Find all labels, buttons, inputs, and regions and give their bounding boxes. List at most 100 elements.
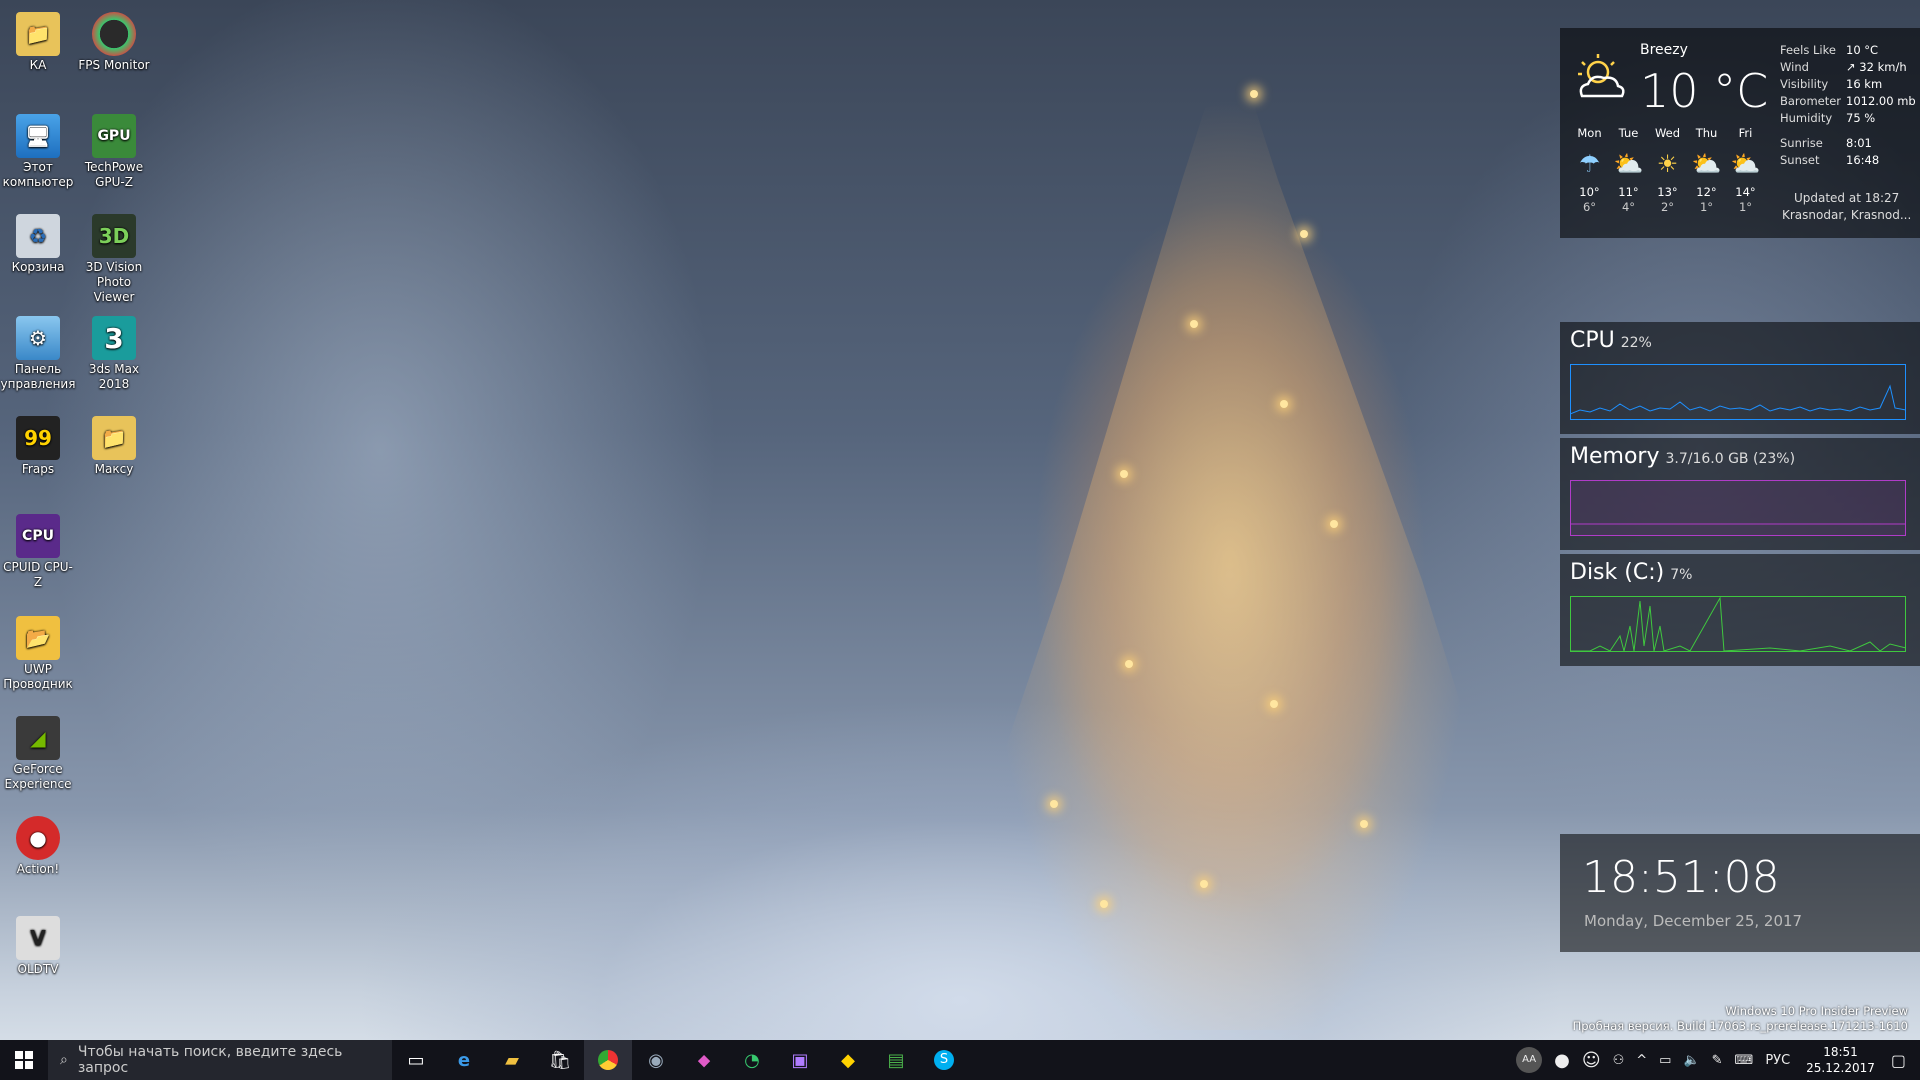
geforce-icon: ◢: [16, 716, 60, 760]
desktop-icon-recycle-bin[interactable]: ♻ Корзина: [0, 210, 76, 275]
desktop-icon-this-pc[interactable]: 🖥 Этот компьютер: [0, 110, 76, 190]
desktop-icon-label: GeForce Experience: [4, 762, 72, 791]
weather-forecast: Mon ☂ 10° 6° Tue ⛅ 11° 4° Wed ☀ 13° 2° T…: [1570, 126, 1765, 215]
windows-logo-icon: [15, 1051, 33, 1069]
desktop-icon-label: Action!: [16, 862, 60, 876]
taskbar-edge[interactable]: e: [440, 1040, 488, 1080]
forecast-high: 10°: [1579, 185, 1600, 199]
desktop-icon-cpu-z[interactable]: CPU CPUID CPU-Z: [0, 510, 76, 590]
detail-value: ↗ 32 km/h: [1846, 60, 1907, 74]
people-icon[interactable]: ⚇: [1607, 1053, 1631, 1068]
action-icon: ●: [16, 816, 60, 860]
disk-graph: [1570, 596, 1906, 652]
desktop-icon-gpu-z[interactable]: GPU TechPowe GPU-Z: [76, 110, 152, 190]
keyboard-icon[interactable]: ⌨: [1729, 1053, 1760, 1068]
taskbar-steam[interactable]: ◉: [632, 1040, 680, 1080]
forecast-day-name: Fri: [1738, 126, 1753, 140]
sunset-value: 16:48: [1846, 153, 1880, 167]
weather-widget[interactable]: Breezy 10 °C Feels Like 10 °C Wind ↗ 32 km…: [1560, 28, 1920, 238]
memory-value: 3.7/16.0 GB (23%): [1665, 451, 1796, 467]
desktop-icon-ka[interactable]: 📁 КА: [0, 8, 76, 73]
wallpaper-christmas-tree: [930, 30, 1530, 1030]
disk-title: Disk (C:) 7%: [1570, 560, 1693, 585]
pen-icon[interactable]: ✎: [1706, 1053, 1729, 1068]
notifications-icon[interactable]: ▢: [1885, 1051, 1920, 1070]
desktop-icon-fps-monitor[interactable]: FPS Monitor: [76, 8, 152, 73]
desktop-icon-uwp-explorer[interactable]: 📂 UWP Проводник: [0, 612, 76, 692]
taskbar-cpu-z[interactable]: ▣: [776, 1040, 824, 1080]
3d-vision-icon: 3D: [92, 214, 136, 258]
forecast-day: Wed ☀ 13° 2°: [1648, 126, 1687, 215]
desktop-icon-label: 3D Vision Photo Viewer: [85, 260, 143, 304]
task-view-icon: ▭: [407, 1049, 425, 1071]
taskbar-file-explorer[interactable]: ▰: [488, 1040, 536, 1080]
partly-cloudy-icon: ⛅: [1613, 150, 1644, 178]
disk-value: 7%: [1670, 567, 1693, 583]
skype-icon: S: [934, 1050, 954, 1070]
forecast-day-name: Tue: [1618, 126, 1639, 140]
sun-icon: ☀: [1656, 150, 1679, 178]
chevron-up-icon[interactable]: ^: [1630, 1053, 1653, 1068]
user-avatar[interactable]: AA: [1510, 1047, 1548, 1073]
oldtv-icon: V: [16, 916, 60, 960]
disk-widget[interactable]: Disk (C:) 7%: [1560, 554, 1920, 666]
desktop-icon-label: OLDTV: [17, 962, 59, 976]
desktop-icon-3d-vision[interactable]: 3D 3D Vision Photo Viewer: [76, 210, 152, 305]
taskbar-gpu-tool[interactable]: ▤: [872, 1040, 920, 1080]
forecast-low: 4°: [1621, 200, 1636, 214]
desktop-icon-geforce-experience[interactable]: ◢ GeForce Experience: [0, 712, 76, 792]
chrome-icon: [598, 1050, 618, 1070]
desktop-icon-label: 3ds Max 2018: [88, 362, 140, 391]
taskbar-store[interactable]: 🛍: [536, 1040, 584, 1080]
cpu-widget[interactable]: CPU 22%: [1560, 322, 1920, 434]
desktop-icon-folder-maksu[interactable]: 📁 Макcу: [76, 412, 152, 477]
volume-icon[interactable]: 🔈: [1677, 1053, 1705, 1068]
cpu-z-icon: ▣: [791, 1049, 809, 1071]
gpu-z-icon: GPU: [92, 114, 136, 158]
memory-widget[interactable]: Memory 3.7/16.0 GB (23%): [1560, 438, 1920, 550]
start-button[interactable]: [0, 1040, 48, 1080]
desktop-icon-label: Fraps: [21, 462, 55, 476]
cpu-z-icon: CPU: [16, 514, 60, 558]
partly-cloudy-icon: ⛅: [1691, 150, 1722, 178]
cpu-title: CPU 22%: [1570, 328, 1652, 353]
taskbar-maps[interactable]: ⬥: [680, 1040, 728, 1080]
task-view-button[interactable]: ▭: [392, 1040, 440, 1080]
detail-value: 10 °C: [1846, 43, 1879, 57]
tray-clock[interactable]: 18:51 25.12.2017: [1796, 1044, 1885, 1076]
cpu-value: 22%: [1620, 335, 1652, 351]
clock-widget[interactable]: 18:51:08 Monday, December 25, 2017: [1560, 834, 1920, 952]
sunset-label: Sunset: [1780, 153, 1820, 167]
taskbar-search[interactable]: ⌕ Чтобы начать поиск, введите здесь запр…: [48, 1040, 392, 1080]
detail-value: 16 km: [1846, 77, 1883, 91]
language-indicator[interactable]: РУС: [1759, 1053, 1796, 1068]
taskbar-sticky[interactable]: ◆: [824, 1040, 872, 1080]
forecast-high: 11°: [1618, 185, 1639, 199]
memory-graph: [1570, 480, 1906, 536]
gauge-icon: [92, 12, 136, 56]
taskbar-skype[interactable]: S: [920, 1040, 968, 1080]
sticky-notes-icon: ◆: [841, 1049, 855, 1071]
detail-label: Visibility: [1780, 77, 1829, 91]
detail-label: Barometer: [1780, 94, 1842, 108]
detail-label: Humidity: [1780, 111, 1833, 125]
desktop-icon-3ds-max[interactable]: 3 3ds Max 2018: [76, 312, 152, 392]
folder-icon: 📂: [16, 616, 60, 660]
taskbar-chrome[interactable]: [584, 1040, 632, 1080]
weather-updated-time: Updated at 18:27: [1793, 191, 1900, 205]
desktop-icon-label: Панель управления: [0, 362, 76, 391]
desktop-icon-action[interactable]: ● Action!: [0, 812, 76, 877]
people-avatar-icon[interactable]: ●: [1548, 1050, 1576, 1071]
3ds-max-icon: 3: [92, 316, 136, 360]
fraps-icon: 99: [16, 416, 60, 460]
desktop-icon-oldtv[interactable]: V OLDTV: [0, 912, 76, 977]
weather-temperature: 10 °C: [1640, 64, 1769, 118]
network-icon[interactable]: ▭: [1653, 1053, 1677, 1068]
desktop-icon-label: CPUID CPU-Z: [3, 560, 73, 589]
taskbar-fps-monitor[interactable]: ◔: [728, 1040, 776, 1080]
person-icon[interactable]: ☺: [1576, 1050, 1607, 1071]
desktop-icon-fraps[interactable]: 99 Fraps: [0, 412, 76, 477]
detail-label: Wind: [1780, 60, 1809, 74]
desktop-icon-control-panel[interactable]: ⚙ Панель управления: [0, 312, 76, 392]
system-tray: AA ● ☺ ⚇ ^ ▭ 🔈 ✎ ⌨ РУС 18:51 25.12.2017 …: [1510, 1040, 1920, 1080]
